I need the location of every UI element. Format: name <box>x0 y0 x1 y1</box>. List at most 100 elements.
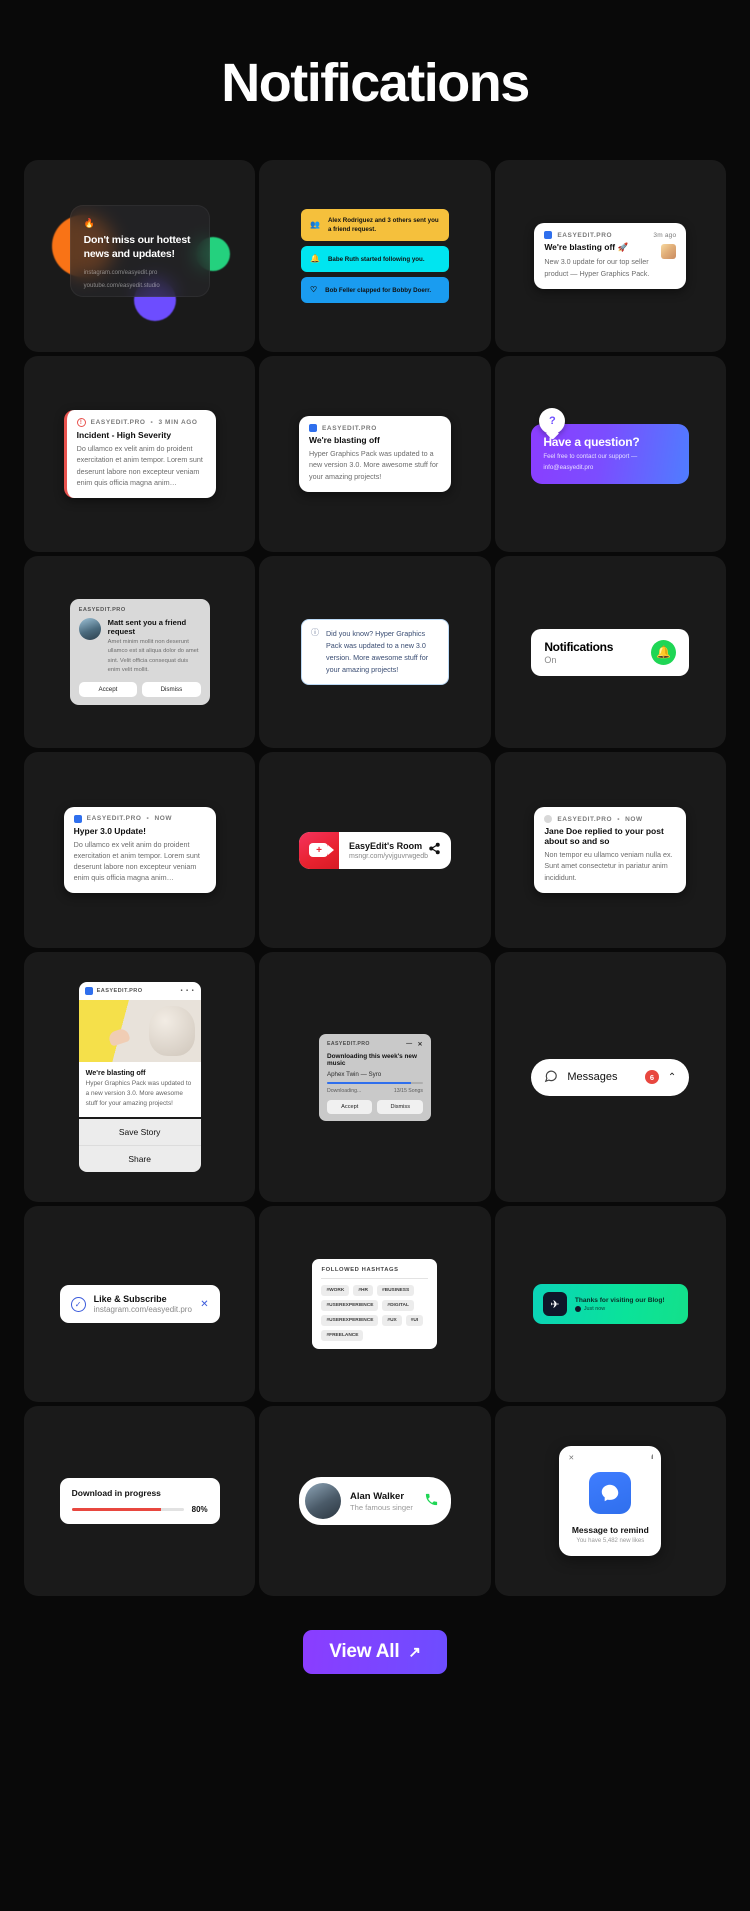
question-title: Have a question? <box>543 434 640 449</box>
question-wrapper: ? Have a question? Feel free to contact … <box>531 407 690 485</box>
download-dialog[interactable]: EASYEDIT.PRO — ✕ Downloading this week's… <box>318 1033 431 1121</box>
card-hero-news[interactable]: 🔥 Don't miss our hottest news and update… <box>24 160 256 352</box>
hashtag-item[interactable]: #UX <box>382 1315 402 1326</box>
share-button[interactable]: Share <box>78 1145 201 1172</box>
info-notification[interactable]: ⓘ Did you know? Hyper Graphics Pack was … <box>300 619 449 685</box>
signal-icon: ıll <box>650 1455 654 1461</box>
save-story-button[interactable]: Save Story <box>79 1119 201 1145</box>
friend-request-actions: Accept Dismiss <box>78 682 201 698</box>
hashtags-card[interactable]: FOLLOWED HASHTAGS #WORK #HR #BUSINESS #U… <box>312 1259 438 1349</box>
card-download-music[interactable]: EASYEDIT.PRO — ✕ Downloading this week's… <box>259 952 491 1202</box>
pill-friend-request[interactable]: 👥 Alex Rodriguez and 3 others sent you a… <box>300 208 449 242</box>
hashtag-item[interactable]: #USEREXPERIENCE <box>321 1315 379 1326</box>
dismiss-button[interactable]: Dismiss <box>377 1099 423 1114</box>
card-question[interactable]: ? Have a question? Feel free to contact … <box>494 356 726 552</box>
hashtag-item[interactable]: #UI <box>405 1315 424 1326</box>
card-story-post[interactable]: EASYEDIT.PRO • • • We're blasting off Hy… <box>24 952 256 1202</box>
card-incoming-call[interactable]: Alan Walker The famous singer <box>259 1406 491 1596</box>
accept-button[interactable]: Accept <box>326 1099 373 1114</box>
card-message-remind[interactable]: ✕ ıll Message to remind You have 5,482 n… <box>494 1406 726 1596</box>
hashtag-item[interactable]: #WORK <box>321 1285 350 1296</box>
more-options-icon[interactable]: • • • <box>181 988 195 994</box>
card-friend-request[interactable]: EASYEDIT.PRO Matt sent you a friend requ… <box>24 556 256 748</box>
thanks-timestamp: Just now <box>583 1305 606 1312</box>
remind-header: ✕ ıll <box>568 1454 654 1462</box>
pill-clap[interactable]: ♡ Bob Feller clapped for Bobby Doerr. <box>300 277 449 304</box>
glass-panel: 🔥 Don't miss our hottest news and update… <box>69 205 210 297</box>
card-notifications-on[interactable]: Notifications On 🔔 <box>494 556 726 748</box>
card-did-you-know[interactable]: ⓘ Did you know? Hyper Graphics Pack was … <box>259 556 491 748</box>
card-blasting-toast[interactable]: EASYEDIT.PRO 3m ago We're blasting off 🚀… <box>494 160 726 352</box>
hashtag-item[interactable]: #BUSINESS <box>376 1285 415 1296</box>
plain-notification[interactable]: EASYEDIT.PRO We're blasting off Hyper Gr… <box>298 416 451 492</box>
progress-card[interactable]: Download in progress 80% <box>59 1478 220 1524</box>
remind-card[interactable]: ✕ ıll Message to remind You have 5,482 n… <box>559 1446 662 1556</box>
close-icon[interactable]: ✕ <box>200 1299 208 1310</box>
friend-request-card[interactable]: EASYEDIT.PRO Matt sent you a friend requ… <box>69 598 210 706</box>
toast-notification[interactable]: EASYEDIT.PRO 3m ago We're blasting off 🚀… <box>534 223 687 289</box>
window-controls: — ✕ <box>406 1041 423 1048</box>
messages-bar[interactable]: Messages 6 ⌃ <box>531 1058 690 1096</box>
card-messages-bar[interactable]: Messages 6 ⌃ <box>494 952 726 1202</box>
close-icon[interactable]: ✕ <box>418 1041 423 1048</box>
external-link-icon: ↗ <box>408 1644 421 1661</box>
card-jane-doe-reply[interactable]: EASYEDIT.PRO • NOW Jane Doe replied to y… <box>494 752 726 948</box>
hashtag-item[interactable]: #HR <box>353 1285 373 1296</box>
app-name: EASYEDIT.PRO <box>86 815 142 823</box>
info-text: Did you know? Hyper Graphics Pack was up… <box>325 629 429 674</box>
bell-icon[interactable]: 🔔 <box>651 639 677 665</box>
card-download-progress[interactable]: Download in progress 80% <box>24 1406 256 1596</box>
view-all-button[interactable]: View All ↗ <box>303 1630 447 1674</box>
room-card[interactable]: + EasyEdit's Room msngr.com/yvjguvrwgedb <box>298 831 451 869</box>
story-card-wrapper: EASYEDIT.PRO • • • We're blasting off Hy… <box>78 981 201 1173</box>
close-icon[interactable]: ✕ <box>568 1454 574 1462</box>
card-thanks-blog[interactable]: ✈ Thanks for visiting our Blog! Just now <box>494 1206 726 1402</box>
hero-composition: 🔥 Don't miss our hottest news and update… <box>51 191 230 321</box>
chevron-up-icon[interactable]: ⌃ <box>668 1072 676 1083</box>
like-subscribe-card[interactable]: ✓ Like & Subscribe instagram.com/easyedi… <box>59 1285 220 1323</box>
share-icon[interactable] <box>428 842 441 858</box>
caller-card[interactable]: Alan Walker The famous singer <box>298 1477 451 1525</box>
card-room-invite[interactable]: + EasyEdit's Room msngr.com/yvjguvrwgedb <box>259 752 491 948</box>
story-text: We're blasting off Hyper Graphics Pack w… <box>79 1062 201 1118</box>
card-incident[interactable]: ! EASYEDIT.PRO • 3 MIN AGO Incident - Hi… <box>24 356 256 552</box>
pill-label: Bob Feller clapped for Bobby Doerr. <box>325 286 432 294</box>
like-url[interactable]: instagram.com/easyedit.pro <box>94 1305 192 1314</box>
plain-header: EASYEDIT.PRO <box>308 424 441 433</box>
app-name: EASYEDIT.PRO <box>90 419 146 427</box>
hero-link-youtube[interactable]: youtube.com/easyedit.studio <box>84 281 196 291</box>
card-blasting-plain[interactable]: EASYEDIT.PRO We're blasting off Hyper Gr… <box>259 356 491 552</box>
story-card[interactable]: EASYEDIT.PRO • • • We're blasting off Hy… <box>78 981 201 1118</box>
card-color-pills[interactable]: 👥 Alex Rodriguez and 3 others sent you a… <box>259 160 491 352</box>
hashtag-item[interactable]: #DIGITAL <box>382 1300 414 1311</box>
card-like-subscribe[interactable]: ✓ Like & Subscribe instagram.com/easyedi… <box>24 1206 256 1402</box>
thanks-card[interactable]: ✈ Thanks for visiting our Blog! Just now <box>532 1284 688 1324</box>
hashtag-item[interactable]: #USEREXPERIENCE <box>321 1300 379 1311</box>
room-url[interactable]: msngr.com/yvjguvrwgedb <box>349 853 428 860</box>
hyper-update-notification[interactable]: EASYEDIT.PRO • NOW Hyper 3.0 Update! Do … <box>63 806 216 894</box>
caller-subtitle: The famous singer <box>349 1502 413 1512</box>
notifications-status: On <box>544 654 557 665</box>
incident-body: Do ullamco ex velit anim do proident exe… <box>76 444 203 487</box>
reply-notification[interactable]: EASYEDIT.PRO • NOW Jane Doe replied to y… <box>534 807 687 893</box>
accept-button[interactable]: Accept <box>78 682 138 698</box>
telegram-icon: ✈ <box>542 1292 567 1316</box>
incident-notification[interactable]: ! EASYEDIT.PRO • 3 MIN AGO Incident - Hi… <box>63 410 216 498</box>
heart-icon: ♡ <box>309 285 318 295</box>
hashtag-item[interactable]: #FREELANCE <box>321 1330 364 1341</box>
avatar-icon <box>544 815 553 824</box>
minimize-icon[interactable]: — <box>406 1041 412 1048</box>
timestamp: NOW <box>625 815 643 823</box>
hero-link-instagram[interactable]: instagram.com/easyedit.pro <box>84 268 196 278</box>
toast-title: We're blasting off 🚀 <box>544 242 629 253</box>
story-actions: Save Story Share <box>78 1119 201 1173</box>
dismiss-button[interactable]: Dismiss <box>142 682 201 698</box>
plain-body: Hyper Graphics Pack was updated to a new… <box>308 449 439 481</box>
notifications-status-card[interactable]: Notifications On 🔔 <box>531 628 690 676</box>
phone-icon[interactable] <box>424 1492 439 1511</box>
pill-new-follower[interactable]: 🔔 Babe Ruth started following you. <box>300 246 449 273</box>
progress-title: Download in progress <box>71 1488 161 1498</box>
bell-icon: 🔔 <box>309 254 320 264</box>
card-followed-hashtags[interactable]: FOLLOWED HASHTAGS #WORK #HR #BUSINESS #U… <box>259 1206 491 1402</box>
card-hyper-update[interactable]: EASYEDIT.PRO • NOW Hyper 3.0 Update! Do … <box>24 752 256 948</box>
